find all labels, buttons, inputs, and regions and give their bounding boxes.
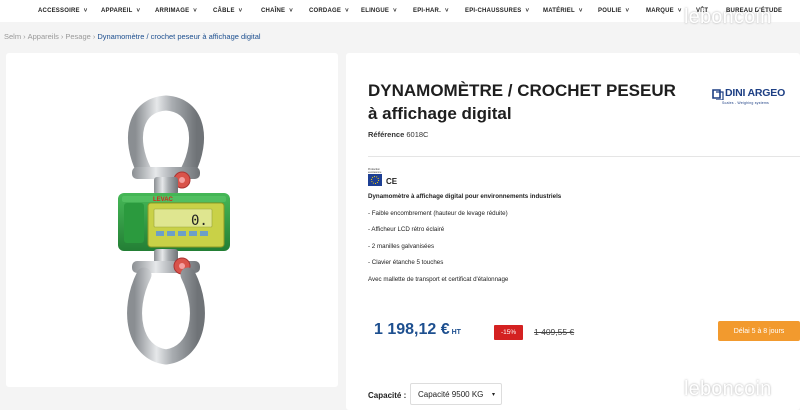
delivery-delay-button[interactable]: Délai 5 à 8 jours bbox=[718, 321, 800, 341]
product-info-card: DYNAMOMÈTRE / CROCHET PESEUR à affichage… bbox=[346, 53, 800, 410]
breadcrumb-separator: › bbox=[92, 32, 96, 41]
brand-logo[interactable]: DINI ARGEO Scales - Weighing systems bbox=[712, 87, 794, 110]
divider bbox=[368, 156, 800, 157]
nav-item[interactable]: EPI-HAR. ˅ bbox=[413, 8, 465, 14]
device-brand-label: LEVAC bbox=[153, 197, 174, 203]
nav-item[interactable]: CORDAGE ˅ bbox=[309, 8, 361, 14]
nav-item[interactable]: MATÉRIEL ˅ bbox=[543, 8, 598, 14]
product-reference: Référence 6018C bbox=[368, 130, 428, 139]
product-title-line2: à affichage digital bbox=[368, 104, 512, 123]
chevron-down-icon: ˅ bbox=[393, 8, 397, 14]
chevron-down-icon: ˅ bbox=[289, 8, 293, 14]
chevron-down-icon: ˅ bbox=[83, 8, 88, 14]
nav-item[interactable]: EPI-CHAUSSURES ˅ bbox=[465, 8, 543, 14]
chevron-down-icon: ˅ bbox=[578, 8, 583, 14]
price-value: 1 198,12 € bbox=[374, 321, 450, 338]
nav-item-label: POULIE bbox=[598, 8, 622, 14]
nav-item-label: CHAÎNE bbox=[261, 8, 286, 14]
product-description: Dynamomètre à affichage digital pour env… bbox=[368, 189, 628, 288]
feature-item: - 2 manilles galvanisées bbox=[368, 242, 435, 250]
brand-logo-name: DINI ARGEO bbox=[725, 87, 786, 99]
product-image-card[interactable]: LEVAC 0. bbox=[6, 53, 338, 387]
ce-mark: CE bbox=[386, 177, 398, 186]
nav-item-label: EPI-HAR. bbox=[413, 8, 441, 14]
breadcrumb: Selm › Appareils › Pesage › Dynamomètre / croc… bbox=[4, 32, 261, 41]
nav-item-label: ARRIMAGE bbox=[155, 8, 190, 14]
chevron-down-icon: ˅ bbox=[444, 8, 449, 14]
breadcrumb-item-pesage[interactable]: Pesage bbox=[65, 32, 90, 41]
nav-item[interactable]: APPAREIL ˅ bbox=[101, 8, 155, 14]
brand-logo-icon bbox=[712, 89, 724, 100]
nav-item-label: ELINGUE bbox=[361, 8, 390, 14]
product-price: 1 198,12 € HT bbox=[374, 321, 461, 339]
reference-value: 6018C bbox=[406, 130, 429, 139]
watermark-bottom: leboncoin bbox=[684, 378, 772, 400]
breadcrumb-separator: › bbox=[60, 32, 64, 41]
nav-item[interactable]: CÂBLE ˅ bbox=[213, 8, 261, 14]
dynamometer-body: LEVAC 0. bbox=[118, 193, 230, 251]
brand-logo-tagline: Scales - Weighing systems bbox=[722, 101, 769, 105]
old-price: 1 409,55 € bbox=[534, 327, 575, 337]
feature-item: - Afficheur LCD rétro éclairé bbox=[368, 226, 445, 233]
nav-item[interactable]: ACCESSOIRE ˅ bbox=[38, 8, 101, 14]
nav-item-label: EPI-CHAUSSURES bbox=[465, 8, 522, 14]
breadcrumb-item-appareils[interactable]: Appareils bbox=[28, 32, 59, 41]
eu-flag-icon bbox=[368, 174, 382, 186]
breadcrumb-item-home[interactable]: Selm bbox=[4, 32, 21, 41]
product-title-line1: DYNAMOMÈTRE / CROCHET PESEUR bbox=[368, 81, 676, 100]
chevron-down-icon: ˅ bbox=[677, 8, 682, 14]
chevron-down-icon: ˅ bbox=[193, 8, 197, 14]
bottom-shackle-icon bbox=[127, 249, 205, 365]
nav-item[interactable]: ARRIMAGE ˅ bbox=[155, 8, 213, 14]
product-image[interactable]: LEVAC 0. bbox=[6, 53, 338, 387]
nav-item[interactable]: ELINGUE ˅ bbox=[361, 8, 413, 14]
reference-label: Référence bbox=[368, 130, 405, 139]
description-lead: Dynamomètre à affichage digital pour env… bbox=[368, 193, 562, 200]
nav-item-label: MARQUE bbox=[646, 8, 674, 14]
chevron-down-icon: ˅ bbox=[525, 8, 530, 14]
nav-item-label: APPAREIL bbox=[101, 8, 133, 14]
capacity-select-value: Capacité 9500 KG bbox=[418, 389, 484, 399]
device-display-readout: 0. bbox=[191, 213, 208, 229]
top-shackle-icon bbox=[127, 95, 205, 195]
price-suffix: HT bbox=[451, 329, 461, 336]
chevron-down-icon: ˅ bbox=[238, 8, 243, 14]
watermark-top: leboncoin bbox=[684, 6, 772, 28]
nav-item-label: CÂBLE bbox=[213, 8, 235, 14]
capacity-label: Capacité : bbox=[368, 391, 407, 400]
nav-item-label: CORDAGE bbox=[309, 8, 342, 14]
capacity-select[interactable]: Capacité 9500 KG ▾ bbox=[410, 383, 502, 405]
chevron-down-icon: ▾ bbox=[491, 392, 495, 398]
european-production-badge: Production européenne bbox=[368, 168, 382, 186]
nav-item-label: MATÉRIEL bbox=[543, 8, 575, 14]
chevron-down-icon: ˅ bbox=[625, 8, 630, 14]
breadcrumb-current: Dynamomètre / crochet peseur à affichage… bbox=[97, 32, 261, 41]
nav-item-label: ACCESSOIRE bbox=[38, 8, 80, 14]
origin-badge-label: Production européenne bbox=[368, 168, 382, 173]
certification-badges: Production européenne CE bbox=[368, 168, 397, 186]
nav-item[interactable]: CHAÎNE ˅ bbox=[261, 8, 309, 14]
device-keypad bbox=[156, 231, 208, 236]
description-footer: Avec mallette de transport et certificat… bbox=[368, 275, 509, 283]
chevron-down-icon: ˅ bbox=[345, 8, 349, 14]
chevron-down-icon: ˅ bbox=[136, 8, 141, 14]
feature-item: - Faible encombrement (hauteur de levage… bbox=[368, 209, 508, 217]
feature-item: - Clavier étanche 5 touches bbox=[368, 259, 444, 266]
product-title: DYNAMOMÈTRE / CROCHET PESEUR à affichage… bbox=[368, 79, 688, 125]
discount-badge: -15% bbox=[494, 325, 524, 340]
breadcrumb-separator: › bbox=[23, 32, 26, 41]
top-navigation: ACCESSOIRE ˅ APPAREIL ˅ ARRIMAGE ˅ CÂBLE ˅ CHAÎN… bbox=[0, 0, 800, 22]
nav-item[interactable]: POULIE ˅ bbox=[598, 8, 646, 14]
